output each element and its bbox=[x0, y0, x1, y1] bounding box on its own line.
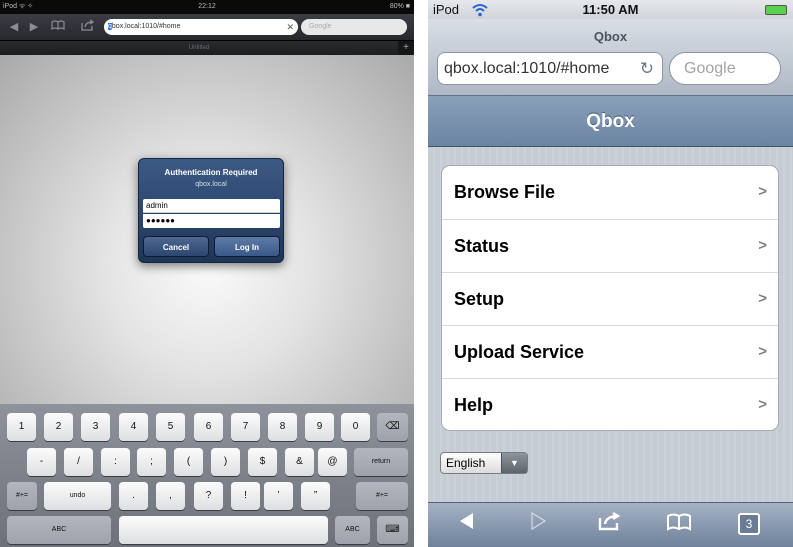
menu-item-label: Upload Service bbox=[454, 342, 585, 362]
ipod-url-text: qbox.local:1010/#home bbox=[444, 60, 610, 77]
key-slash[interactable]: / bbox=[64, 448, 93, 476]
key-at[interactable]: @ bbox=[318, 448, 347, 476]
ipad-tab-untitled[interactable]: Untitled bbox=[0, 41, 398, 56]
chevron-right-icon: > bbox=[758, 396, 767, 413]
tabs-count-icon[interactable]: 3 bbox=[738, 513, 760, 535]
ipod-page-body: Browse File > Status > Setup > Upload Se… bbox=[428, 147, 793, 502]
ipod-url-field[interactable]: qbox.local:1010/#home ↻ bbox=[437, 52, 663, 85]
ipod-safari-chrome: Qbox qbox.local:1010/#home ↻ Google bbox=[428, 19, 793, 95]
onscreen-keyboard: 1 2 3 4 5 6 7 8 9 0 ⌫ - / : ; ( ) $ & @ … bbox=[0, 404, 414, 547]
main-menu: Browse File > Status > Setup > Upload Se… bbox=[441, 165, 779, 431]
key-quote[interactable]: ” bbox=[301, 482, 330, 510]
key-1[interactable]: 1 bbox=[7, 413, 36, 441]
page-title: Qbox bbox=[593, 29, 628, 44]
key-hyphen[interactable]: - bbox=[27, 448, 56, 476]
ipad-search-field[interactable]: Google bbox=[301, 19, 407, 35]
ipad-url-text: box.local:1010/#home bbox=[111, 23, 181, 30]
menu-item-label: Browse File bbox=[454, 182, 556, 202]
backspace-key[interactable]: ⌫ bbox=[377, 413, 408, 441]
key-7[interactable]: 7 bbox=[231, 413, 260, 441]
auth-host: qbox.local bbox=[195, 181, 227, 188]
back-icon[interactable]: ◀ bbox=[6, 19, 22, 35]
ipad-tab-bar: Untitled + bbox=[0, 40, 414, 56]
auth-dialog: Authentication Required qbox.local admin… bbox=[138, 158, 284, 263]
ipod-search-field[interactable]: Google bbox=[669, 52, 781, 85]
key-period[interactable]: . bbox=[119, 482, 148, 510]
back-icon[interactable] bbox=[452, 511, 482, 539]
chevron-right-icon: > bbox=[758, 343, 767, 360]
forward-icon[interactable] bbox=[523, 511, 553, 539]
reload-icon[interactable]: ↻ bbox=[640, 53, 654, 84]
key-colon[interactable]: : bbox=[101, 448, 130, 476]
username-field[interactable]: admin bbox=[143, 199, 280, 213]
forward-icon[interactable]: ▶ bbox=[26, 19, 42, 35]
header-title: Qbox bbox=[586, 111, 635, 132]
ipad-battery: 80% ■ bbox=[389, 3, 410, 10]
symbols-key-right[interactable]: #+= bbox=[356, 482, 408, 510]
key-2[interactable]: 2 bbox=[44, 413, 73, 441]
return-key[interactable]: return bbox=[354, 448, 408, 476]
share-icon[interactable] bbox=[80, 19, 96, 35]
menu-item-help[interactable]: Help > bbox=[442, 378, 778, 430]
ipad-clock: 22:12 bbox=[198, 3, 216, 10]
ipad-page-content: Authentication Required qbox.local admin… bbox=[0, 55, 414, 404]
key-8[interactable]: 8 bbox=[268, 413, 297, 441]
key-ampersand[interactable]: & bbox=[285, 448, 314, 476]
ipad-safari-toolbar: ◀ ▶ qbox.local:1010/#home ✕ Google bbox=[0, 14, 414, 40]
ipod-screen: iPod 11:50 AM Qbox qbox.local:1010/#home… bbox=[428, 0, 793, 547]
ipod-bottom-toolbar: 3 bbox=[428, 502, 793, 547]
clear-icon[interactable]: ✕ bbox=[286, 19, 294, 35]
key-3[interactable]: 3 bbox=[81, 413, 110, 441]
battery-icon bbox=[765, 5, 787, 15]
chevron-right-icon: > bbox=[758, 237, 767, 254]
menu-item-label: Status bbox=[454, 236, 510, 256]
auth-title: Authentication Required bbox=[164, 168, 258, 177]
login-button[interactable]: Log In bbox=[214, 236, 280, 257]
ipad-url-field[interactable]: qbox.local:1010/#home ✕ bbox=[104, 19, 298, 35]
add-tab-icon[interactable]: + bbox=[400, 42, 412, 54]
password-field[interactable]: ●●●●●● bbox=[143, 214, 280, 228]
key-question[interactable]: ? bbox=[194, 482, 223, 510]
chevron-right-icon: > bbox=[758, 290, 767, 307]
bookmarks-icon[interactable] bbox=[50, 19, 66, 35]
key-dollar[interactable]: $ bbox=[248, 448, 277, 476]
share-icon[interactable] bbox=[595, 511, 625, 539]
menu-item-browse-file[interactable]: Browse File > bbox=[442, 166, 778, 219]
symbols-key-left[interactable]: #+= bbox=[7, 482, 37, 510]
menu-item-status[interactable]: Status > bbox=[442, 219, 778, 272]
key-open-paren[interactable]: ( bbox=[174, 448, 203, 476]
key-semicolon[interactable]: ; bbox=[137, 448, 166, 476]
qbox-header: Qbox bbox=[428, 95, 793, 147]
menu-item-label: Help bbox=[454, 395, 494, 415]
menu-item-setup[interactable]: Setup > bbox=[442, 272, 778, 325]
key-9[interactable]: 9 bbox=[305, 413, 334, 441]
undo-key[interactable]: undo bbox=[44, 482, 111, 510]
key-apostrophe[interactable]: ’ bbox=[264, 482, 293, 510]
bookmarks-icon[interactable] bbox=[664, 511, 694, 539]
abc-key-left[interactable]: ABC bbox=[7, 516, 111, 544]
language-value: English bbox=[446, 456, 486, 470]
key-4[interactable]: 4 bbox=[119, 413, 148, 441]
space-key[interactable] bbox=[119, 516, 328, 544]
language-select[interactable]: English ▼ bbox=[440, 452, 528, 474]
ipod-status-bar: iPod 11:50 AM bbox=[428, 0, 793, 19]
menu-item-upload-service[interactable]: Upload Service > bbox=[442, 325, 778, 378]
chevron-right-icon: > bbox=[758, 183, 767, 200]
menu-item-label: Setup bbox=[454, 289, 505, 309]
screenshot-root: iPod ᯤ ✧ 22:12 80% ■ ◀ ▶ qbox.local:1010… bbox=[0, 0, 793, 547]
key-close-paren[interactable]: ) bbox=[211, 448, 240, 476]
key-exclamation[interactable]: ! bbox=[231, 482, 260, 510]
key-5[interactable]: 5 bbox=[156, 413, 185, 441]
hide-keyboard-key[interactable]: ⌨ bbox=[377, 516, 408, 544]
key-6[interactable]: 6 bbox=[194, 413, 223, 441]
ipod-clock: 11:50 AM bbox=[582, 2, 639, 17]
ipad-status-bar: iPod ᯤ ✧ 22:12 80% ■ bbox=[0, 0, 414, 14]
abc-key-right[interactable]: ABC bbox=[335, 516, 370, 544]
ipad-screen: iPod ᯤ ✧ 22:12 80% ■ ◀ ▶ qbox.local:1010… bbox=[0, 0, 414, 547]
key-comma[interactable]: , bbox=[156, 482, 185, 510]
key-0[interactable]: 0 bbox=[341, 413, 370, 441]
cancel-button[interactable]: Cancel bbox=[143, 236, 209, 257]
dropdown-arrow-icon: ▼ bbox=[501, 453, 527, 473]
